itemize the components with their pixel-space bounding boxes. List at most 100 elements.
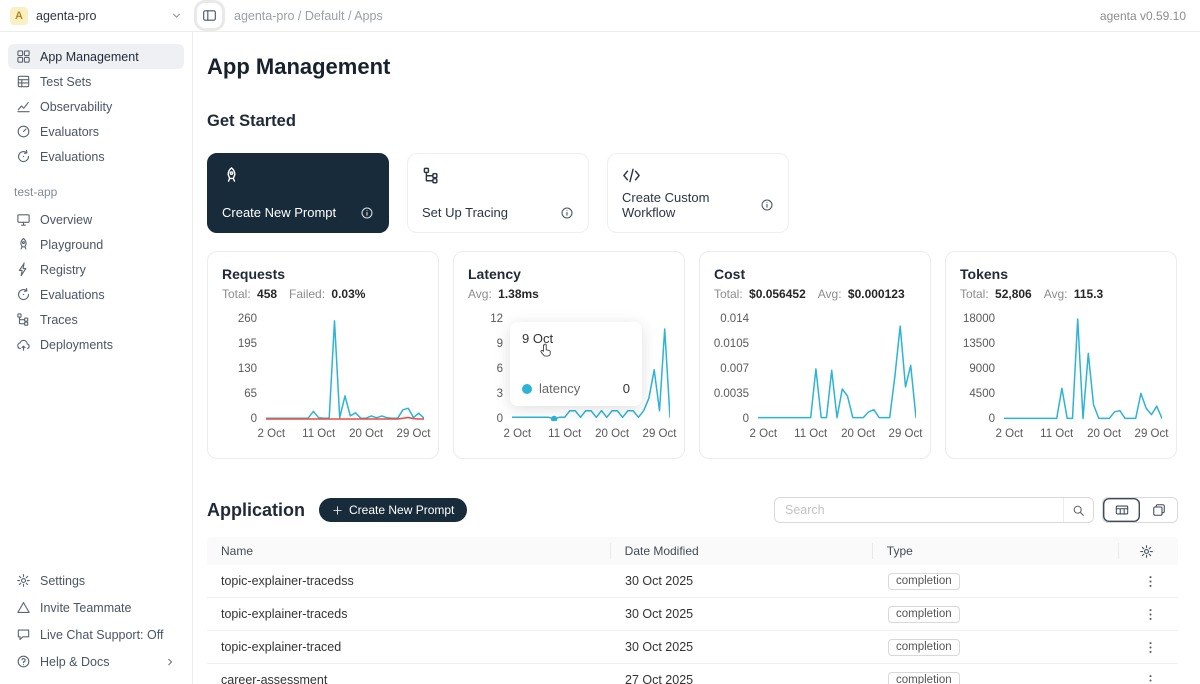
cell-date-modified: 27 Oct 2025 xyxy=(611,673,874,684)
x-tick-label: 11 Oct xyxy=(548,428,581,440)
table-settings-button[interactable] xyxy=(1133,543,1160,559)
sidebar-item-settings[interactable]: Settings xyxy=(8,568,184,593)
create-new-prompt-button[interactable]: Create New Prompt xyxy=(319,498,467,522)
search-button[interactable] xyxy=(1063,498,1093,522)
get-started-card-create-new-prompt[interactable]: Create New Prompt xyxy=(207,153,389,233)
x-tick-label: 20 Oct xyxy=(595,428,629,440)
sidebar-item-registry[interactable]: Registry xyxy=(8,257,184,282)
sidebar-item-label: Test Sets xyxy=(40,75,91,89)
cell-actions xyxy=(1121,670,1178,684)
x-tick-label: 29 Oct xyxy=(889,428,923,440)
y-axis-ticks: 1800013500900045000 xyxy=(960,313,1004,425)
get-started-card-label: Set Up Tracing xyxy=(422,205,508,220)
y-tick-label: 4500 xyxy=(969,388,995,400)
sidebar-item-playground[interactable]: Playground xyxy=(8,232,184,257)
table-row[interactable]: career-assessment27 Oct 2025completion xyxy=(207,664,1178,684)
sidebar-item-evaluations[interactable]: Evaluations xyxy=(8,144,184,169)
column-header-type: Type xyxy=(872,543,1118,559)
breadcrumb[interactable]: agenta-pro / Default / Apps xyxy=(234,9,383,23)
x-axis-ticks: 2 Oct11 Oct20 Oct29 Oct xyxy=(758,428,916,444)
y-axis-ticks: 129630 xyxy=(468,313,512,425)
plus-icon xyxy=(332,505,343,516)
info-icon xyxy=(560,206,574,220)
get-started-card-footer: Create Custom Workflow xyxy=(622,190,774,220)
chevron-right-icon xyxy=(164,656,176,668)
chart-title: Cost xyxy=(714,266,916,282)
sidebar-item-observability[interactable]: Observability xyxy=(8,94,184,119)
rocket-icon xyxy=(16,237,31,252)
card-view-button[interactable] xyxy=(1140,498,1177,522)
y-tick-label: 0 xyxy=(743,413,749,425)
sidebar-item-label: App Management xyxy=(40,50,139,64)
gauge-icon xyxy=(16,124,31,139)
chart-plot xyxy=(1004,317,1162,421)
y-tick-label: 12 xyxy=(490,313,503,325)
column-header-date-modified: Date Modified xyxy=(610,543,872,559)
chart-stats: Total: $0.056452Avg: $0.000123 xyxy=(714,287,916,301)
sidebar-item-live-chat-support-off[interactable]: Live Chat Support: Off xyxy=(8,622,184,647)
table-view-button[interactable] xyxy=(1103,498,1140,522)
table-settings-icon xyxy=(1139,544,1154,559)
sidebar-item-overview[interactable]: Overview xyxy=(8,207,184,232)
cell-name: topic-explainer-tracedss xyxy=(207,574,611,588)
table-row[interactable]: topic-explainer-traced30 Oct 2025complet… xyxy=(207,631,1178,664)
sidebar-item-help-docs[interactable]: Help & Docs xyxy=(8,649,184,674)
column-header-name: Name xyxy=(207,543,610,559)
more-options-icon xyxy=(1143,607,1158,622)
x-axis-ticks: 2 Oct11 Oct20 Oct29 Oct xyxy=(266,428,424,444)
more-options-icon xyxy=(1143,673,1158,684)
workspace-selector[interactable]: A agenta-pro xyxy=(0,7,193,25)
sidebar-item-evaluators[interactable]: Evaluators xyxy=(8,119,184,144)
x-tick-label: 11 Oct xyxy=(1040,428,1073,440)
chart-stat: Avg: 115.3 xyxy=(1044,287,1104,301)
y-axis-ticks: 260195130650 xyxy=(222,313,266,425)
workspace-avatar: A xyxy=(10,7,28,25)
top-bar: A agenta-pro agenta-pro / Default / Apps… xyxy=(0,0,1200,32)
sidebar-item-app-management[interactable]: App Management xyxy=(8,44,184,69)
tooltip-value: 0 xyxy=(623,381,630,396)
cell-type: completion xyxy=(874,573,1121,590)
chart-plot xyxy=(266,317,424,421)
chart-stat: Total: $0.056452 xyxy=(714,287,806,301)
y-tick-label: 18000 xyxy=(963,313,995,325)
sidebar-item-label: Playground xyxy=(40,238,103,252)
x-tick-label: 29 Oct xyxy=(1135,428,1169,440)
lightning-icon xyxy=(16,262,31,277)
row-menu-button[interactable] xyxy=(1140,571,1160,591)
get-started-card-set-up-tracing[interactable]: Set Up Tracing xyxy=(407,153,589,233)
cell-name: topic-explainer-traceds xyxy=(207,607,611,621)
more-options-icon xyxy=(1143,640,1158,655)
sidebar-item-label: Evaluators xyxy=(40,125,99,139)
application-heading: Application xyxy=(207,500,305,521)
sidebar-collapse-button[interactable] xyxy=(197,3,222,28)
sidebar-item-label: Settings xyxy=(40,574,85,588)
x-tick-label: 2 Oct xyxy=(258,428,285,440)
chart-plot xyxy=(758,317,916,421)
search-input[interactable] xyxy=(775,498,1063,522)
sidebar-item-invite-teammate[interactable]: Invite Teammate xyxy=(8,595,184,620)
row-menu-button[interactable] xyxy=(1140,670,1160,684)
table-row[interactable]: topic-explainer-traceds30 Oct 2025comple… xyxy=(207,598,1178,631)
chart-body: 18000135009000450002 Oct11 Oct20 Oct29 O… xyxy=(960,317,1162,444)
sidebar-item-evaluations[interactable]: Evaluations xyxy=(8,282,184,307)
row-menu-button[interactable] xyxy=(1140,604,1160,624)
x-axis-ticks: 2 Oct11 Oct20 Oct29 Oct xyxy=(512,428,670,444)
y-axis-ticks: 0.0140.01050.0070.00350 xyxy=(714,313,758,425)
chart-tooltip: 9 Octlatency0 xyxy=(510,322,642,406)
y-tick-label: 9000 xyxy=(969,363,995,375)
table-row[interactable]: topic-explainer-tracedss30 Oct 2025compl… xyxy=(207,565,1178,598)
get-started-card-create-custom-workflow[interactable]: Create Custom Workflow xyxy=(607,153,789,233)
row-menu-button[interactable] xyxy=(1140,637,1160,657)
cell-name: career-assessment xyxy=(207,673,611,684)
applications-table: NameDate ModifiedType topic-explainer-tr… xyxy=(207,537,1178,684)
sidebar-item-deployments[interactable]: Deployments xyxy=(8,332,184,357)
x-axis-ticks: 2 Oct11 Oct20 Oct29 Oct xyxy=(1004,428,1162,444)
grid-icon xyxy=(16,49,31,64)
search-box xyxy=(774,497,1094,523)
chart-card-requests: RequestsTotal: 458Failed: 0.03%260195130… xyxy=(207,251,439,459)
info-icon xyxy=(360,206,374,220)
observability-icon xyxy=(16,99,31,114)
sidebar-item-traces[interactable]: Traces xyxy=(8,307,184,332)
sidebar-item-test-sets[interactable]: Test Sets xyxy=(8,69,184,94)
y-tick-label: 3 xyxy=(497,388,503,400)
